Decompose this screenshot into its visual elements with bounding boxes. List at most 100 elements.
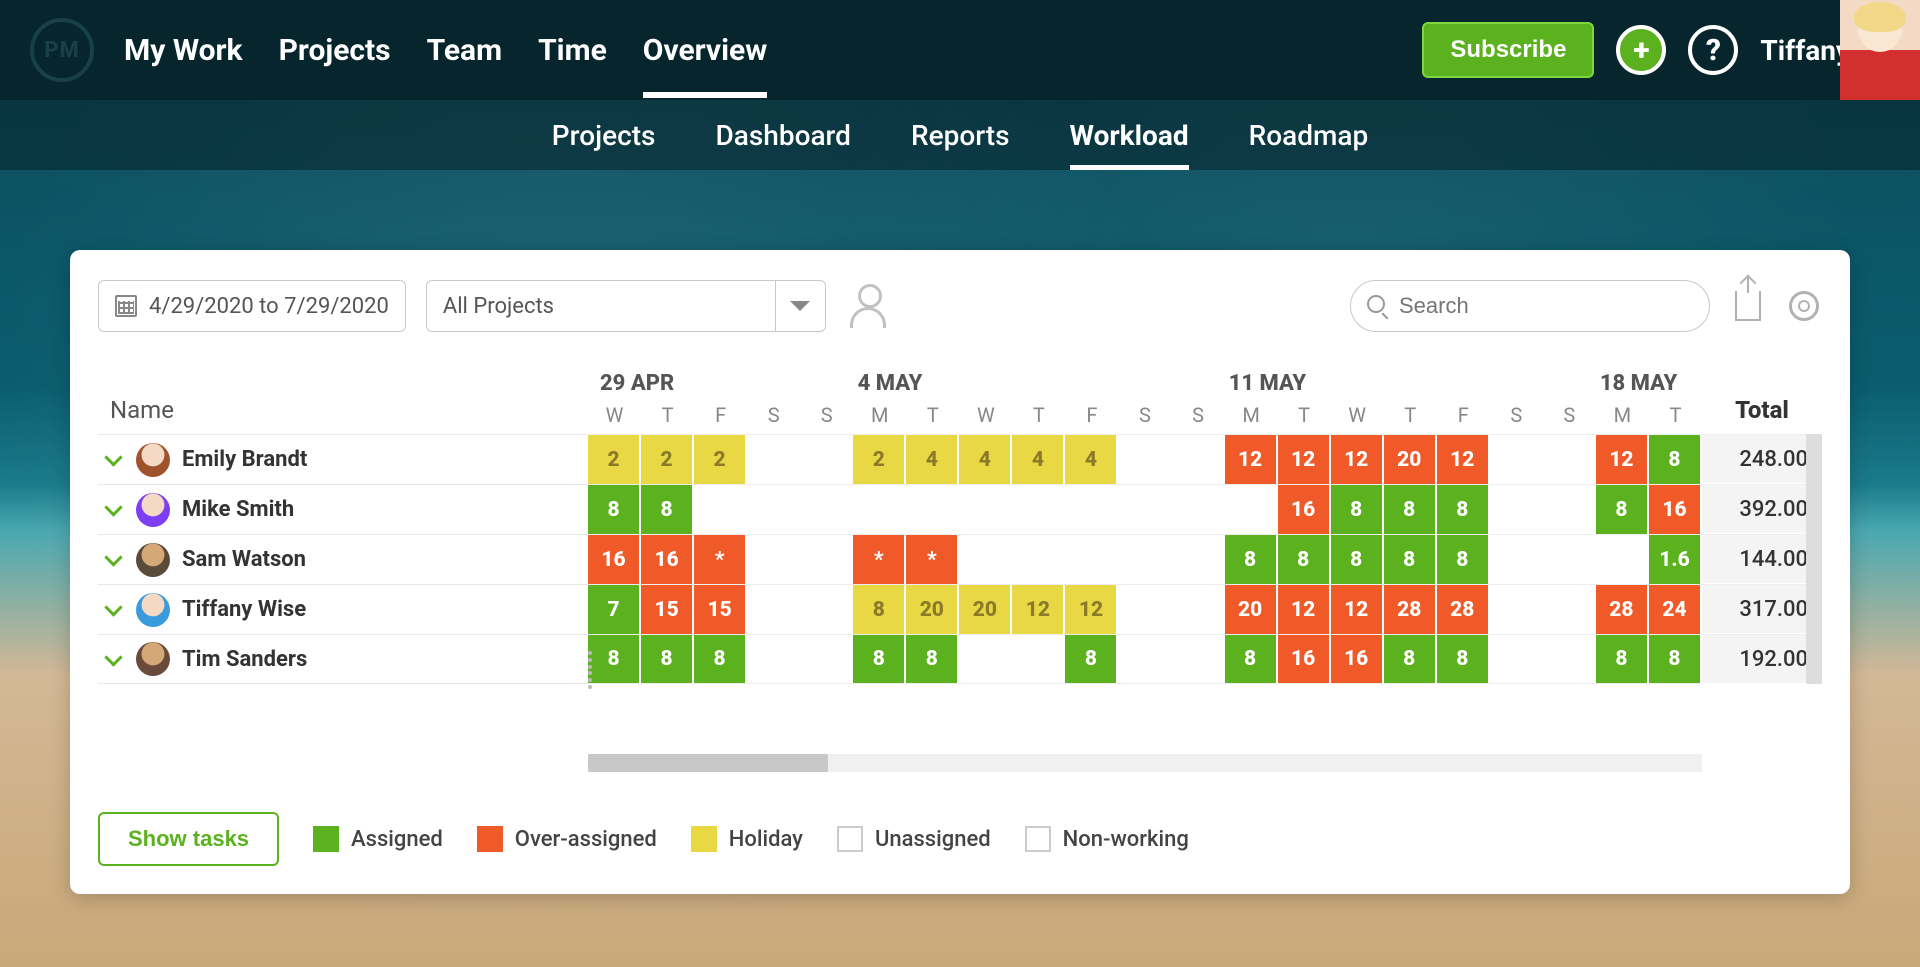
expand-toggle[interactable] — [102, 499, 124, 521]
expand-toggle[interactable] — [102, 549, 124, 571]
workload-cell[interactable]: 8 — [1225, 535, 1278, 584]
workload-cell[interactable]: 8 — [1437, 535, 1490, 584]
subnav-dashboard[interactable]: Dashboard — [715, 101, 850, 170]
workload-cell[interactable]: 20 — [959, 585, 1012, 634]
workload-cell[interactable]: 8 — [1331, 535, 1384, 584]
workload-cell[interactable]: 7 — [588, 585, 641, 634]
nav-time[interactable]: Time — [538, 3, 607, 98]
subnav-workload[interactable]: Workload — [1070, 101, 1189, 170]
project-filter-select[interactable]: All Projects — [426, 280, 826, 332]
workload-cell[interactable]: 8 — [1649, 635, 1702, 683]
vertical-scrollbar[interactable] — [1806, 434, 1822, 684]
workload-cell[interactable]: 15 — [641, 585, 694, 634]
workload-cell[interactable]: 8 — [1596, 485, 1649, 534]
workload-cell[interactable]: 8 — [1065, 635, 1118, 683]
workload-cell[interactable]: * — [906, 535, 959, 584]
workload-cell[interactable]: 8 — [1437, 635, 1490, 683]
workload-cell[interactable]: 28 — [1437, 585, 1490, 634]
workload-cell[interactable]: 12 — [1278, 435, 1331, 484]
workload-cell[interactable]: 20 — [906, 585, 959, 634]
workload-cell[interactable]: 1.6 — [1649, 535, 1702, 584]
workload-cell[interactable]: 2 — [853, 435, 906, 484]
workload-cell[interactable]: 8 — [641, 485, 694, 534]
workload-cell[interactable]: 12 — [1437, 435, 1490, 484]
workload-cell[interactable]: 24 — [1649, 585, 1702, 634]
workload-cell[interactable]: 8 — [1596, 635, 1649, 683]
nav-my-work[interactable]: My Work — [124, 3, 243, 98]
workload-cell[interactable]: 20 — [1225, 585, 1278, 634]
settings-button[interactable] — [1786, 288, 1822, 324]
workload-cell[interactable]: 4 — [959, 435, 1012, 484]
workload-cell[interactable]: 28 — [1384, 585, 1437, 634]
scrollbar-thumb[interactable] — [588, 754, 828, 772]
workload-cell[interactable]: 8 — [1384, 635, 1437, 683]
workload-cell[interactable]: 8 — [588, 635, 641, 683]
workload-cell[interactable]: 2 — [694, 435, 747, 484]
workload-cell[interactable]: 4 — [1065, 435, 1118, 484]
workload-cell[interactable]: 8 — [588, 485, 641, 534]
horizontal-scrollbar[interactable] — [588, 754, 1702, 772]
add-button[interactable]: + — [1616, 25, 1666, 75]
workload-cell[interactable]: * — [694, 535, 747, 584]
workload-cell[interactable]: 12 — [1225, 435, 1278, 484]
nav-projects[interactable]: Projects — [279, 3, 391, 98]
workload-cell[interactable]: 12 — [1012, 585, 1065, 634]
export-button[interactable] — [1730, 288, 1766, 324]
workload-cell[interactable]: 16 — [1649, 485, 1702, 534]
workload-cell[interactable]: 8 — [1384, 535, 1437, 584]
workload-cell[interactable]: 28 — [1596, 585, 1649, 634]
workload-cell[interactable]: 8 — [853, 585, 906, 634]
show-tasks-button[interactable]: Show tasks — [98, 812, 279, 866]
subnav-roadmap[interactable]: Roadmap — [1249, 101, 1369, 170]
workload-cell[interactable]: 12 — [1065, 585, 1118, 634]
nav-team[interactable]: Team — [427, 3, 502, 98]
workload-cell[interactable]: 16 — [1331, 635, 1384, 683]
person-row[interactable]: Mike Smith — [98, 484, 588, 534]
help-button[interactable]: ? — [1688, 25, 1738, 75]
workload-cell[interactable]: 12 — [1331, 435, 1384, 484]
workload-cell[interactable]: 16 — [1278, 635, 1331, 683]
person-row[interactable]: Tim Sanders — [98, 634, 588, 684]
nav-overview[interactable]: Overview — [643, 3, 768, 98]
workload-cell[interactable]: 8 — [694, 635, 747, 683]
workload-cell[interactable]: 8 — [1437, 485, 1490, 534]
workload-cell[interactable]: 12 — [1331, 585, 1384, 634]
expand-toggle[interactable] — [102, 599, 124, 621]
workload-cell[interactable]: 8 — [1384, 485, 1437, 534]
workload-cell[interactable]: 8 — [853, 635, 906, 683]
workload-cell[interactable]: 4 — [906, 435, 959, 484]
workload-cell[interactable]: 12 — [1596, 435, 1649, 484]
workload-cell[interactable]: 16 — [1278, 485, 1331, 534]
workload-cell[interactable]: * — [853, 535, 906, 584]
workload-cell[interactable]: 8 — [1331, 485, 1384, 534]
person-row[interactable]: Tiffany Wise — [98, 584, 588, 634]
workload-cell[interactable]: 8 — [1225, 635, 1278, 683]
workload-cell[interactable]: 2 — [588, 435, 641, 484]
workload-cell[interactable]: 8 — [906, 635, 959, 683]
workload-cell[interactable]: 12 — [1278, 585, 1331, 634]
subscribe-button[interactable]: Subscribe — [1422, 22, 1594, 78]
workload-cell[interactable]: 15 — [694, 585, 747, 634]
person-filter-icon[interactable] — [846, 284, 890, 328]
workload-cell[interactable]: 8 — [1649, 435, 1702, 484]
workload-cell[interactable]: 20 — [1384, 435, 1437, 484]
expand-toggle[interactable] — [102, 449, 124, 471]
search-box[interactable] — [1350, 280, 1710, 332]
workload-cell[interactable]: 8 — [641, 635, 694, 683]
workload-cell[interactable]: 4 — [1012, 435, 1065, 484]
workload-cell[interactable]: 16 — [641, 535, 694, 584]
workload-cell[interactable]: 8 — [1278, 535, 1331, 584]
person-row[interactable]: Sam Watson — [98, 534, 588, 584]
subnav-reports[interactable]: Reports — [911, 101, 1010, 170]
workload-cell[interactable]: 2 — [641, 435, 694, 484]
search-input[interactable] — [1399, 293, 1693, 319]
column-resize-handle[interactable] — [585, 650, 595, 690]
workload-cell[interactable]: 16 — [588, 535, 641, 584]
app-logo[interactable]: PM — [30, 18, 94, 82]
expand-toggle[interactable] — [102, 648, 124, 670]
date-range-picker[interactable]: 4/29/2020 to 7/29/2020 — [98, 280, 406, 332]
person-row[interactable]: Emily Brandt — [98, 434, 588, 484]
user-avatar[interactable] — [1840, 0, 1920, 100]
subnav-projects[interactable]: Projects — [552, 101, 656, 170]
scrollbar-thumb[interactable] — [1806, 434, 1822, 684]
